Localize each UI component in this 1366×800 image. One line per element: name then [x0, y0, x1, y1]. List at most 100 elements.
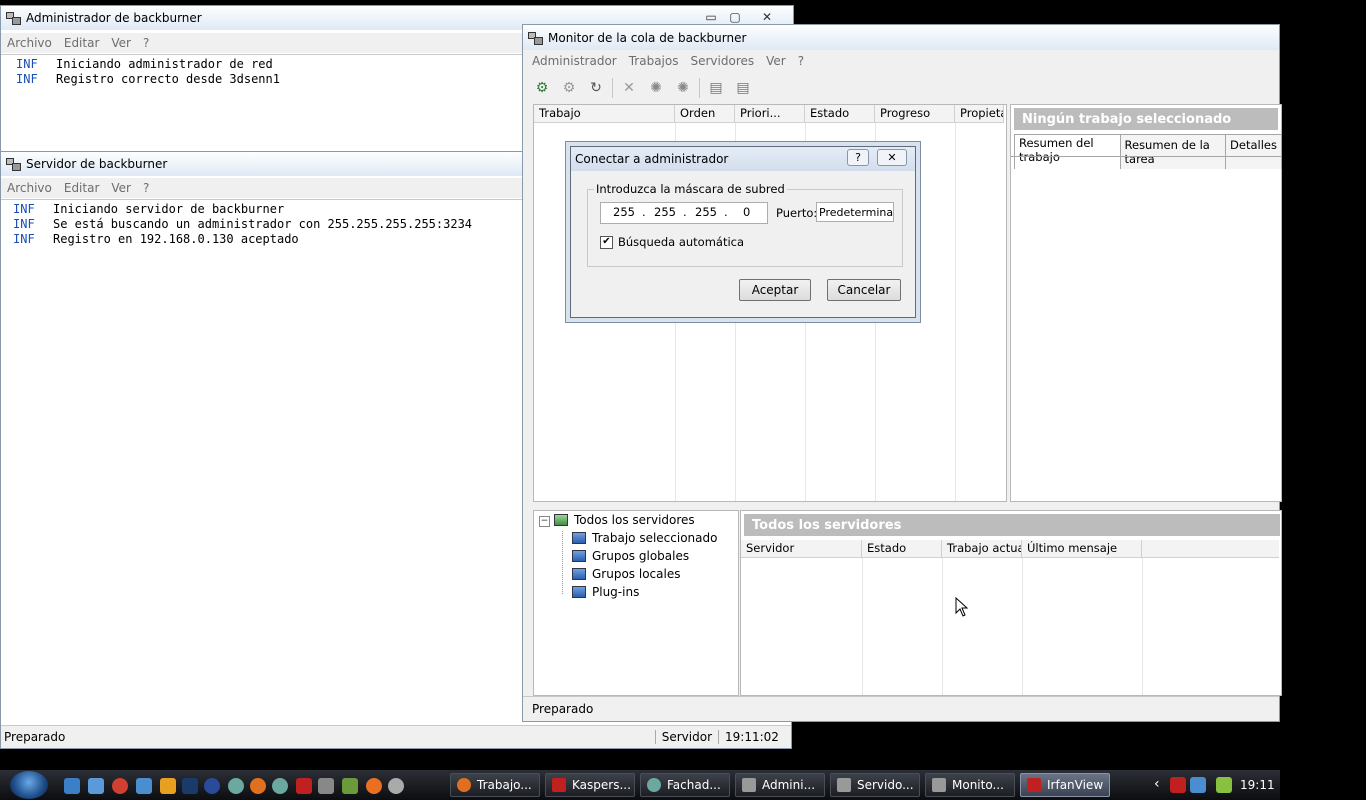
col-trabajo-actual[interactable]: Trabajo actual [942, 540, 1022, 557]
avast-icon[interactable] [366, 778, 382, 794]
gamepad-icon[interactable] [318, 778, 334, 794]
app-icon[interactable] [272, 778, 288, 794]
taskbar-button[interactable]: Trabajo... [450, 773, 540, 797]
clock[interactable]: 19:11 [1240, 778, 1275, 792]
col-prioridad[interactable]: Priori... [735, 105, 805, 122]
menu-ver[interactable]: Ver [105, 181, 137, 195]
monitor-window: Monitor de la cola de backburner Adminis… [522, 24, 1282, 722]
grid-line [862, 558, 863, 695]
taskbar-button[interactable]: Admini... [735, 773, 825, 797]
tree-collapse-icon[interactable]: − [539, 516, 550, 527]
close-icon[interactable]: ✕ [757, 10, 777, 24]
help-icon[interactable]: ? [847, 149, 869, 166]
taskbar-button[interactable]: Monito... [925, 773, 1015, 797]
menu-help[interactable]: ? [137, 181, 155, 195]
browser-icon[interactable] [204, 778, 220, 794]
col-estado[interactable]: Estado [862, 540, 942, 557]
tree-item-label: Grupos locales [592, 567, 681, 581]
power-tray-icon[interactable] [1216, 777, 1232, 793]
tree-item[interactable]: Grupos globales [572, 549, 689, 563]
connect-icon[interactable]: ⚙ [531, 77, 553, 99]
col-propietario[interactable]: Propietario [955, 105, 1004, 122]
tree-item[interactable]: Trabajo seleccionado [572, 531, 717, 545]
dialog-titlebar[interactable]: Conectar a administrador ? ✕ [571, 147, 915, 171]
photoshop-icon[interactable] [182, 778, 198, 794]
menu-trabajos[interactable]: Trabajos [623, 54, 685, 68]
media-player-icon[interactable] [160, 778, 176, 794]
ip-dot: . [724, 205, 728, 219]
menu-ver[interactable]: Ver [760, 54, 792, 68]
menu-help[interactable]: ? [792, 54, 810, 68]
kaspersky-tray-icon[interactable] [1170, 777, 1186, 793]
port-value: Predeterminado [819, 206, 894, 219]
server-tree[interactable]: − Todos los servidores Trabajo seleccion… [533, 510, 739, 696]
col-estado[interactable]: Estado [805, 105, 875, 122]
tab-resumen-trabajo[interactable]: Resumen del trabajo [1014, 134, 1121, 169]
menu-editar[interactable]: Editar [58, 36, 106, 50]
taskbar-button[interactable]: IrfanView [1020, 773, 1110, 797]
log-level: INF [16, 72, 38, 86]
server-alt-icon[interactable]: ▤ [732, 77, 754, 99]
tree-line [562, 531, 564, 594]
network-icon[interactable] [388, 778, 404, 794]
menu-administrador[interactable]: Administrador [526, 54, 623, 68]
minimize-icon[interactable]: ▭ [701, 10, 721, 24]
tree-item[interactable]: Plug-ins [572, 585, 639, 599]
ip-octet-3[interactable]: 255 [695, 205, 717, 219]
menu-archivo[interactable]: Archivo [1, 36, 58, 50]
network-tray-icon[interactable] [1190, 777, 1206, 793]
tab-detalles[interactable]: Detalles [1225, 134, 1282, 169]
log-text: Se está buscando un administrador con 25… [53, 217, 473, 231]
menu-editar[interactable]: Editar [58, 181, 106, 195]
ip-octet-1[interactable]: 255 [613, 205, 635, 219]
col-progreso[interactable]: Progreso [875, 105, 955, 122]
ip-address-field[interactable]: 255 . 255 . 255 . 0 [600, 202, 768, 224]
network-app-icon [932, 778, 946, 792]
ip-octet-2[interactable]: 255 [654, 205, 676, 219]
start-button[interactable] [10, 771, 48, 799]
cancel-button[interactable]: Cancelar [827, 279, 901, 301]
menu-help[interactable]: ? [137, 36, 155, 50]
disconnect-icon[interactable]: ⚙ [558, 77, 580, 99]
tree-item[interactable]: Grupos locales [572, 567, 680, 581]
col-ultimo-mensaje[interactable]: Último mensaje [1022, 540, 1142, 557]
taskbar-button[interactable]: Servido... [830, 773, 920, 797]
acrobat-icon[interactable] [296, 778, 312, 794]
menu-archivo[interactable]: Archivo [1, 181, 58, 195]
menu-servidores[interactable]: Servidores [684, 54, 760, 68]
delete-icon[interactable]: ✕ [618, 77, 640, 99]
notes-icon[interactable] [342, 778, 358, 794]
tray-expand-icon[interactable]: ‹ [1154, 776, 1160, 792]
chrome-icon[interactable] [112, 778, 128, 794]
subnet-group: Introduzca la máscara de subred 255 . 25… [587, 182, 903, 267]
col-trabajo[interactable]: Trabajo [534, 105, 675, 122]
col-servidor[interactable]: Servidor [741, 540, 862, 557]
tree-item-label: Plug-ins [592, 585, 640, 599]
maximize-icon[interactable]: ▢ [725, 10, 745, 24]
taskbar-button[interactable]: Fachad... [640, 773, 730, 797]
show-desktop-icon[interactable] [64, 778, 80, 794]
subnet-group-label: Introduzca la máscara de subred [594, 182, 787, 196]
app-icon[interactable] [228, 778, 244, 794]
auto-search-checkbox[interactable]: ✔ [600, 236, 613, 249]
accept-button[interactable]: Aceptar [739, 279, 811, 301]
log-level: INF [16, 57, 38, 71]
port-input[interactable]: Predeterminado [816, 202, 894, 222]
ip-octet-4[interactable]: 0 [743, 205, 750, 219]
tree-root[interactable]: Todos los servidores [554, 513, 695, 527]
activate-icon[interactable]: ✺ [645, 77, 667, 99]
close-icon[interactable]: ✕ [877, 149, 907, 166]
grid-line [942, 558, 943, 695]
col-orden[interactable]: Orden [675, 105, 735, 122]
window-switch-icon[interactable] [88, 778, 104, 794]
taskbar-button[interactable]: Kaspers... [545, 773, 635, 797]
monitor-titlebar[interactable]: Monitor de la cola de backburner [523, 25, 1279, 50]
menu-ver[interactable]: Ver [105, 36, 137, 50]
explorer-icon[interactable] [136, 778, 152, 794]
ip-dot: . [683, 205, 687, 219]
refresh-icon[interactable]: ↻ [585, 77, 607, 99]
firefox-icon[interactable] [250, 778, 266, 794]
deactivate-icon[interactable]: ✺ [672, 77, 694, 99]
tab-resumen-tarea[interactable]: Resumen de la tarea [1119, 134, 1227, 169]
server-icon[interactable]: ▤ [705, 77, 727, 99]
